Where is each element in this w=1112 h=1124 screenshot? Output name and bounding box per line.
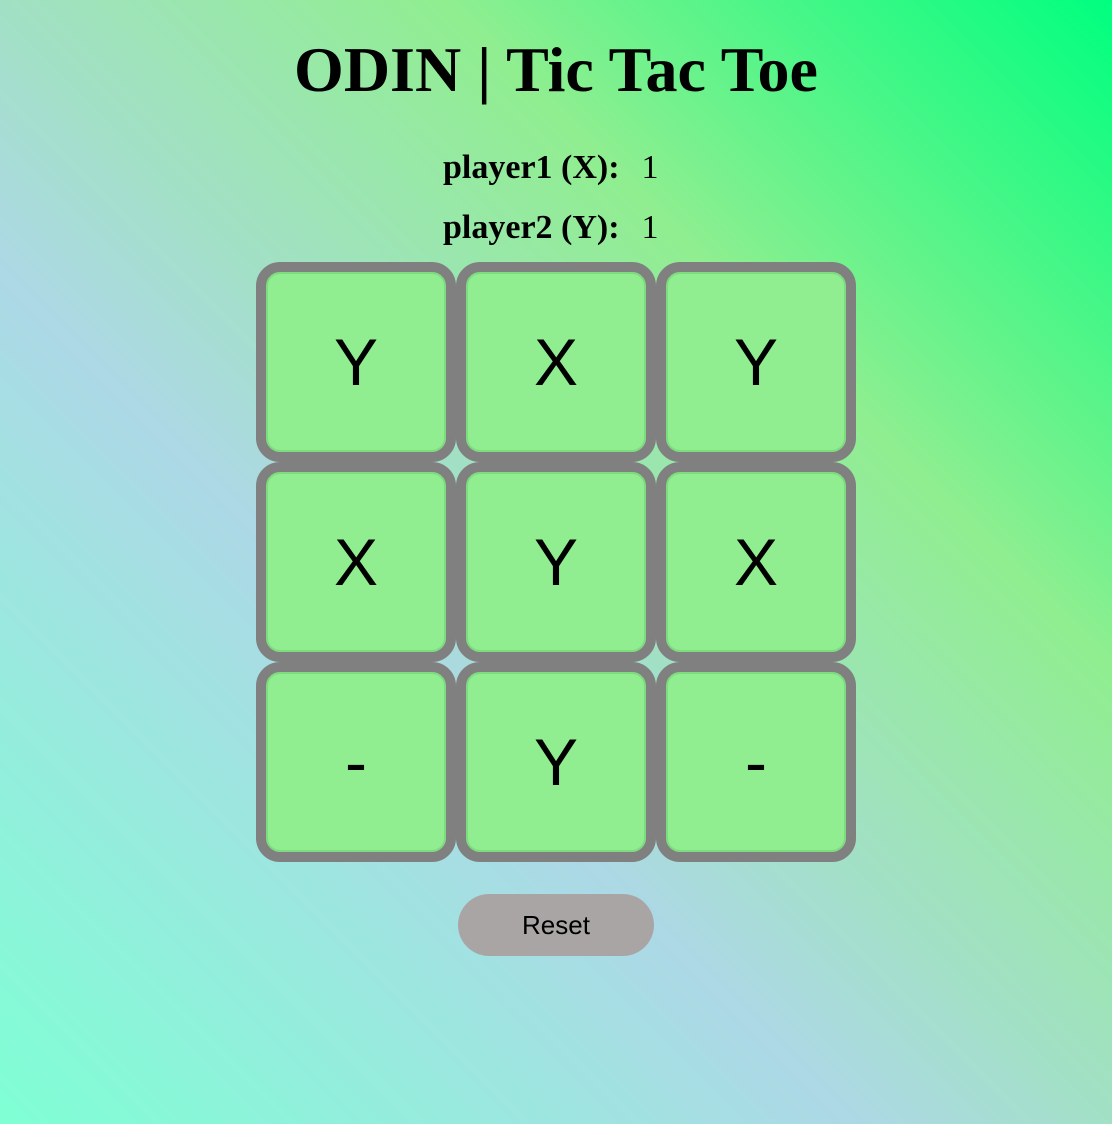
board-cell-7[interactable]: - <box>256 662 456 862</box>
player2-label: player2 (Y): <box>443 209 620 246</box>
page: ODIN | Tic Tac Toe player1 (X): 1 player… <box>0 0 1112 1124</box>
board-cell-2[interactable]: X <box>456 262 656 462</box>
game-board: Y X Y X Y X - Y - <box>256 262 856 862</box>
board-cell-8[interactable]: Y <box>456 662 656 862</box>
player1-label: player1 (X): <box>443 149 620 186</box>
board-cell-6[interactable]: X <box>656 462 856 662</box>
board-cell-4[interactable]: X <box>256 462 456 662</box>
page-title: ODIN | Tic Tac Toe <box>294 34 818 105</box>
board-cell-9[interactable]: - <box>656 662 856 862</box>
player2-score-row: player2 (Y): 1 <box>443 208 659 248</box>
board-cell-5[interactable]: Y <box>456 462 656 662</box>
reset-button[interactable]: Reset <box>458 894 654 956</box>
board-cell-1[interactable]: Y <box>256 262 456 462</box>
player1-score-row: player1 (X): 1 <box>443 148 659 188</box>
player2-score: 1 <box>641 209 659 246</box>
board-cell-3[interactable]: Y <box>656 262 856 462</box>
player1-score: 1 <box>641 149 659 186</box>
